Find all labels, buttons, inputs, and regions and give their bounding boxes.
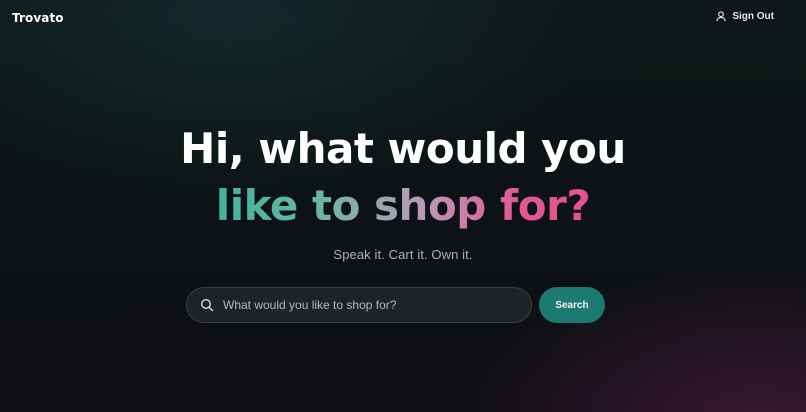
search-bar: Search [186, 287, 606, 323]
sign-out-label: Sign Out [732, 11, 774, 22]
sign-out-button[interactable]: Sign Out [716, 11, 774, 22]
headline-line-2: like to shop for? [216, 177, 591, 234]
hero-tagline: Speak it. Cart it. Own it. [333, 247, 473, 262]
user-icon [716, 11, 726, 22]
top-header: Trovato Sign Out [0, 0, 806, 38]
hero-headline: Hi, what would you like to shop for? [0, 120, 806, 234]
headline-line-1: Hi, what would you [180, 124, 626, 173]
search-icon [200, 298, 214, 312]
search-input[interactable] [223, 298, 513, 312]
hero-section: Hi, what would you like to shop for? Spe… [0, 120, 806, 262]
brand-logo[interactable]: Trovato [12, 11, 64, 25]
search-field-container[interactable] [186, 287, 532, 323]
search-button[interactable]: Search [539, 287, 605, 323]
